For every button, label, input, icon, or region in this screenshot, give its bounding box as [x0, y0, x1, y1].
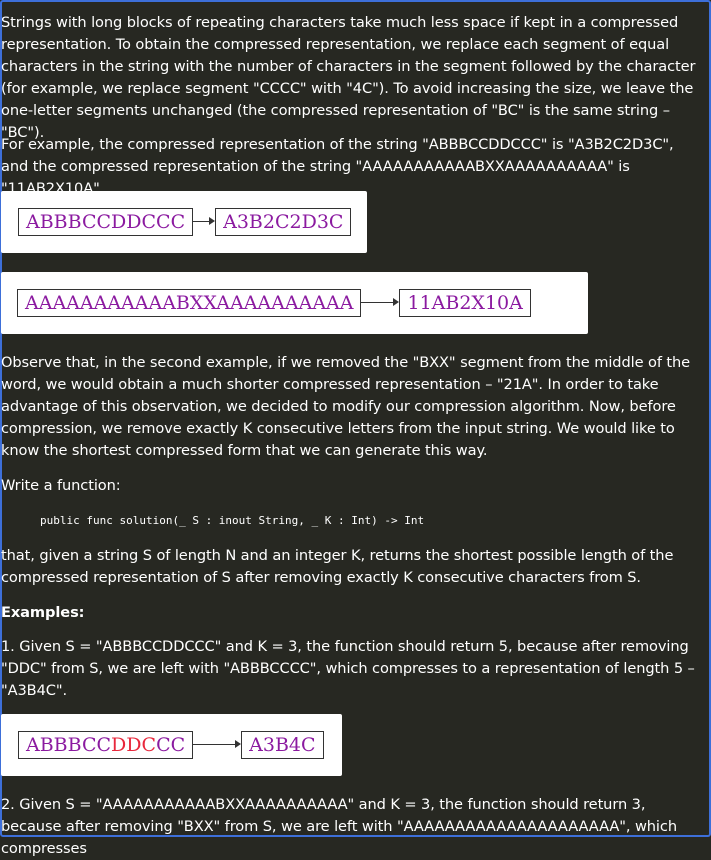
- arrow-icon: [193, 740, 242, 748]
- diagram-1-source: ABBBCCDDCCC: [18, 208, 194, 236]
- diagram-panel-3: ABBBCCDDCCC A3B4C: [1, 714, 342, 776]
- examples-heading: Examples:: [1, 604, 85, 621]
- observe-paragraph: Observe that, in the second example, if …: [1, 354, 691, 459]
- intro-paragraph: Strings with long blocks of repeating ch…: [1, 14, 696, 141]
- diagram-1-result: A3B2C2D3C: [215, 208, 352, 236]
- arrow-icon: [193, 217, 216, 225]
- that-given-paragraph: that, given a string S of length N and a…: [1, 547, 674, 586]
- kept-prefix: ABBBCC: [26, 734, 112, 756]
- diagram-panel-2: AAAAAAAAAAABXXAAAAAAAAAA 11AB2X10A: [1, 272, 588, 334]
- example-1-paragraph: 1. Given S = "ABBBCCDDCCC" and K = 3, th…: [1, 638, 695, 699]
- diagram-2-result: 11AB2X10A: [399, 289, 531, 317]
- kept-suffix: CC: [156, 734, 186, 756]
- write-function-label: Write a function:: [1, 477, 121, 494]
- function-signature: public func solution(_ S : inout String,…: [40, 514, 425, 527]
- diagram-panel-1: ABBBCCDDCCC A3B2C2D3C: [1, 191, 367, 253]
- arrow-icon: [361, 298, 400, 306]
- diagram-2-source: AAAAAAAAAAABXXAAAAAAAAAA: [17, 289, 362, 317]
- removed-segment: DDC: [111, 734, 157, 756]
- diagram-3-source: ABBBCCDDCCC: [18, 731, 194, 759]
- diagram-3-result: A3B4C: [241, 731, 324, 759]
- example-2-paragraph: 2. Given S = "AAAAAAAAAAABXXAAAAAAAAAA" …: [1, 796, 677, 857]
